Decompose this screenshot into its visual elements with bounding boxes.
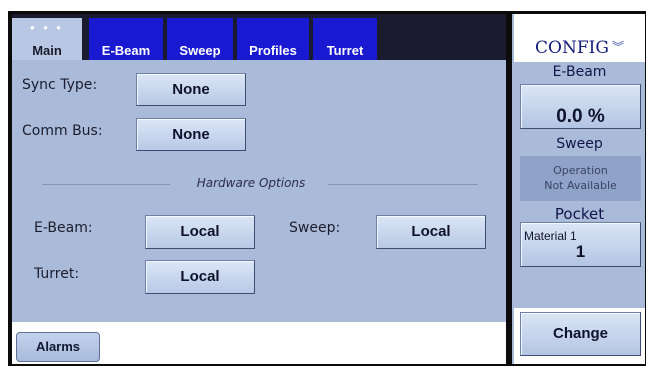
tab-label: Turret: [326, 43, 364, 58]
sweep-mode-button[interactable]: Local: [376, 215, 486, 249]
menu-dots-icon: ● ● ●: [30, 23, 64, 32]
tab-profiles[interactable]: Profiles: [237, 18, 309, 60]
config-header[interactable]: CONFIG ︾: [514, 14, 645, 62]
tab-label: Main: [32, 43, 62, 58]
ebeam-title: E-Beam: [552, 64, 607, 80]
config-title: CONFIG: [535, 38, 609, 58]
tab-label: E-Beam: [101, 43, 151, 58]
tab-label: Sweep: [179, 43, 221, 58]
alarms-button[interactable]: Alarms: [16, 332, 100, 362]
sync-type-button[interactable]: None: [136, 73, 246, 106]
chevron-down-icon: ︾: [611, 40, 624, 54]
divider-right: [328, 184, 478, 185]
sweep-label: Sweep:: [289, 220, 341, 236]
pocket-title: Pocket: [554, 205, 605, 223]
tab-label: Profiles: [249, 43, 297, 58]
sweep-status: Operation Not Available: [520, 156, 641, 201]
pocket-material: Material 1: [524, 229, 577, 243]
side-body: E-Beam 0.0 % Sweep Operation Not Availab…: [514, 62, 645, 308]
turret-label: Turret:: [34, 266, 80, 282]
sweep-status-line1: Operation: [553, 164, 608, 177]
ebeam-output-button[interactable]: 0.0 %: [520, 84, 641, 129]
comm-bus-button[interactable]: None: [136, 118, 246, 151]
side-panel: CONFIG ︾ E-Beam 0.0 % Sweep Operation Not…: [512, 14, 645, 364]
sweep-status-line2: Not Available: [544, 179, 617, 192]
tab-bar: ● ● ● Main E-Beam Sweep Profiles Turret: [12, 14, 506, 60]
tab-main[interactable]: ● ● ● Main: [12, 18, 82, 60]
main-panel: ● ● ● Main E-Beam Sweep Profiles Turret …: [12, 14, 506, 364]
tab-ebeam[interactable]: E-Beam: [89, 18, 163, 60]
sweep-title: Sweep: [556, 136, 603, 152]
divider-left: [42, 184, 170, 185]
tab-turret[interactable]: Turret: [313, 18, 377, 60]
comm-bus-label: Comm Bus:: [22, 123, 103, 139]
turret-mode-button[interactable]: Local: [145, 260, 255, 294]
pocket-button[interactable]: Material 1 1: [520, 222, 641, 267]
sync-type-label: Sync Type:: [22, 77, 98, 93]
hardware-options-heading: Hardware Options: [196, 176, 306, 190]
pocket-number: 1: [575, 242, 586, 261]
side-footer: Change: [514, 308, 645, 364]
change-button[interactable]: Change: [520, 312, 641, 356]
main-content: Sync Type: None Comm Bus: None Hardware …: [12, 60, 506, 322]
bottom-bar: Alarms: [12, 322, 506, 364]
ebeam-mode-button[interactable]: Local: [145, 215, 255, 249]
ebeam-label: E-Beam:: [34, 220, 93, 236]
tab-sweep[interactable]: Sweep: [167, 18, 233, 60]
